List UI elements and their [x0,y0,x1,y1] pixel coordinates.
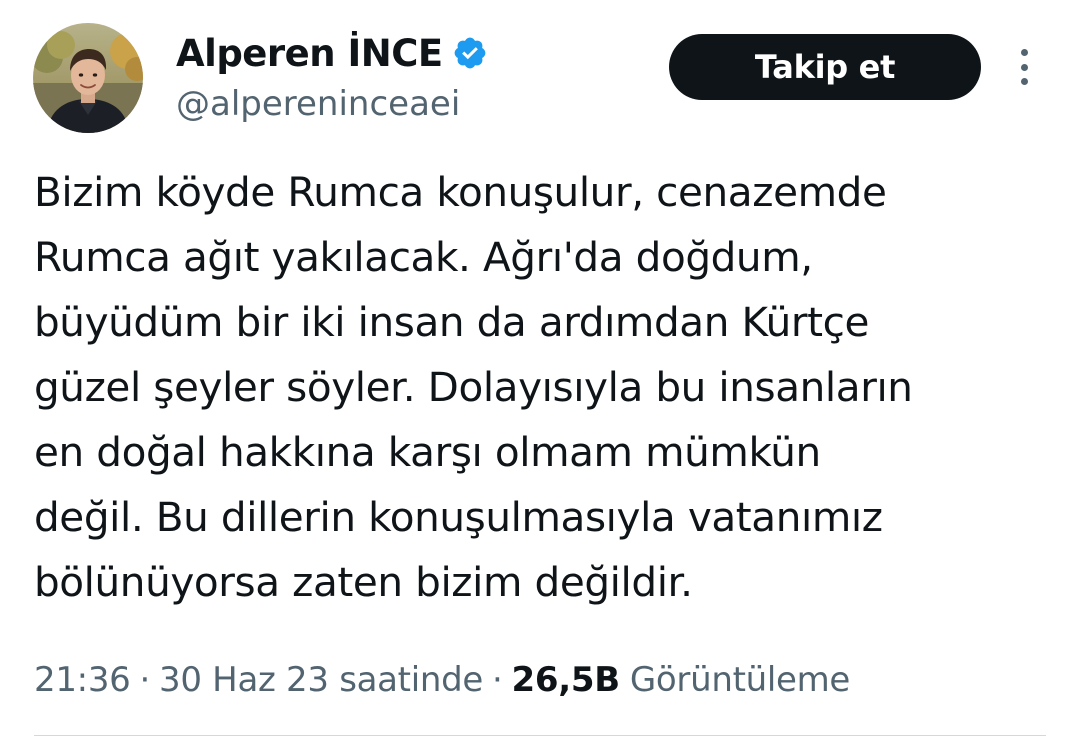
author-info: Alperen İNCE @alpereninceaei [176,30,488,124]
tweet-card: Alperen İNCE @alpereninceaei Takip et Bi… [0,0,1080,740]
tweet-meta: 21:36 · 30 Haz 23 saatinde · 26,5B Görün… [34,655,850,705]
tweet-text-line: güzel şeyler söyler. Dolayısıyla bu insa… [34,363,913,411]
more-options-button[interactable] [1006,44,1042,90]
more-vertical-icon [1020,49,1028,56]
tweet-date[interactable]: 30 Haz 23 saatinde [159,660,483,700]
tweet-text-line: büyüdüm bir iki insan da ardımdan Kürtçe [34,298,869,346]
tweet-text-line: Rumca ağıt yakılacak. Ağrı'da doğdum, [34,233,813,281]
more-vertical-icon-dot [1020,63,1028,71]
tweet-text: Bizim köyde Rumca konuşulur, cenazemde R… [34,160,1044,615]
more-vertical-icon-dot [1020,78,1028,85]
tweet-time[interactable]: 21:36 [34,660,131,700]
meta-separator: · [492,660,503,700]
display-name[interactable]: Alperen İNCE [176,32,443,75]
tweet-text-line: Bizim köyde Rumca konuşulur, cenazemde [34,168,887,216]
meta-separator: · [139,660,150,700]
profile-photo [33,23,143,133]
user-handle[interactable]: @alpereninceaei [176,84,488,124]
verified-badge-icon [452,35,488,71]
views-label: Görüntüleme [629,660,851,700]
tweet-text-line: bölünüyorsa zaten bizim değildir. [34,558,693,606]
divider [34,735,1046,736]
follow-button[interactable]: Takip et [669,34,981,100]
tweet-text-line: en doğal hakkına karşı olmam mümkün [34,428,821,476]
views-count: 26,5B [511,660,621,700]
name-row: Alperen İNCE [176,30,488,76]
tweet-text-line: değil. Bu dillerin konuşulmasıyla vatanı… [34,493,883,541]
avatar[interactable] [33,23,143,133]
